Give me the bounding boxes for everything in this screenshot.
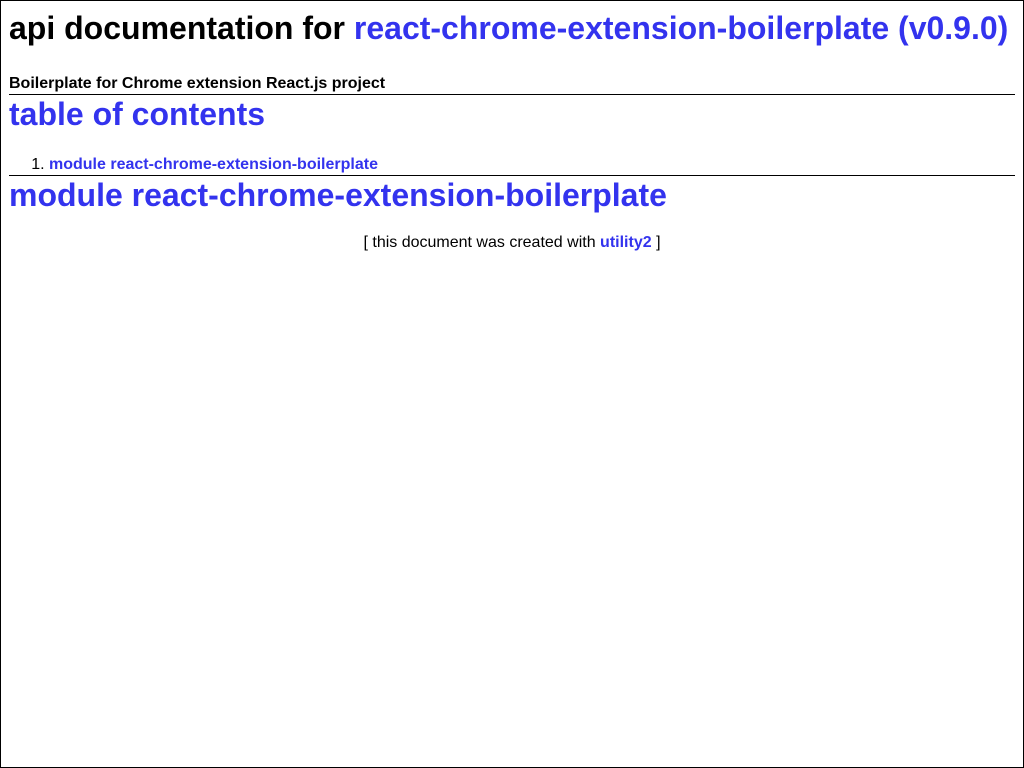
module-heading: module react-chrome-extension-boilerplat…: [9, 176, 1015, 214]
page-title-prefix: api documentation for: [9, 10, 345, 46]
toc-item-link[interactable]: module react-chrome-extension-boilerplat…: [49, 156, 378, 173]
module-heading-link[interactable]: module react-chrome-extension-boilerplat…: [9, 177, 667, 213]
page-title: api documentation for react-chrome-exten…: [9, 9, 1015, 47]
package-description: Boilerplate for Chrome extension React.j…: [9, 75, 386, 92]
toc-heading: table of contents: [9, 96, 266, 132]
page-title-link[interactable]: react-chrome-extension-boilerplate (v0.9…: [354, 10, 1008, 46]
footer-suffix: ]: [656, 234, 661, 251]
footer-prefix: [ this document was created with: [363, 234, 596, 251]
api-doc-page: api documentation for react-chrome-exten…: [1, 9, 1023, 253]
utility2-link[interactable]: utility2: [600, 234, 652, 251]
footer: [ this document was created with utility…: [9, 233, 1015, 253]
toc-list: module react-chrome-extension-boilerplat…: [9, 155, 1015, 175]
toc-item: module react-chrome-extension-boilerplat…: [49, 155, 1015, 175]
